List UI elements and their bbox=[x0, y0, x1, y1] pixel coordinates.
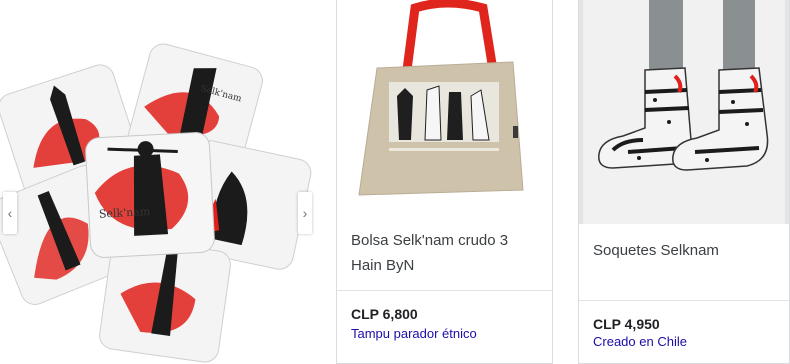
store-link[interactable]: Creado en Chile bbox=[593, 334, 687, 349]
product-image-coasters[interactable]: Selk'nam Selk'nam bbox=[0, 0, 321, 364]
coasters-illustration: Selk'nam Selk'nam bbox=[0, 43, 312, 363]
product-image-socks[interactable] bbox=[579, 0, 789, 224]
product-price: CLP 4,950 bbox=[593, 316, 660, 332]
coaster-brand-label-3: Selk'nam bbox=[99, 205, 152, 221]
store-link[interactable]: Tampu parador étnico bbox=[351, 326, 477, 341]
carousel-next-button[interactable]: › bbox=[298, 192, 312, 234]
product-title[interactable]: Bolsa Selk'nam crudo 3 Hain ByN bbox=[351, 228, 542, 278]
product-card-socks[interactable]: Soquetes Selknam CLP 4,950 Creado en Chi… bbox=[578, 0, 790, 364]
chevron-right-icon: › bbox=[302, 205, 308, 221]
product-card-coasters[interactable]: Selk'nam Selk'nam bbox=[0, 0, 321, 364]
chevron-left-icon: ‹ bbox=[7, 205, 13, 221]
tote-bag-illustration bbox=[358, 0, 524, 196]
product-title[interactable]: Soquetes Selknam bbox=[593, 238, 779, 263]
product-image-tote-bag[interactable] bbox=[337, 0, 552, 198]
divider bbox=[337, 290, 552, 291]
divider bbox=[579, 300, 789, 301]
carousel-prev-button[interactable]: ‹ bbox=[3, 192, 17, 234]
product-card-tote-bag[interactable]: Bolsa Selk'nam crudo 3 Hain ByN CLP 6,80… bbox=[336, 0, 553, 364]
product-price: CLP 6,800 bbox=[351, 306, 418, 322]
socks-illustration bbox=[598, 0, 769, 171]
